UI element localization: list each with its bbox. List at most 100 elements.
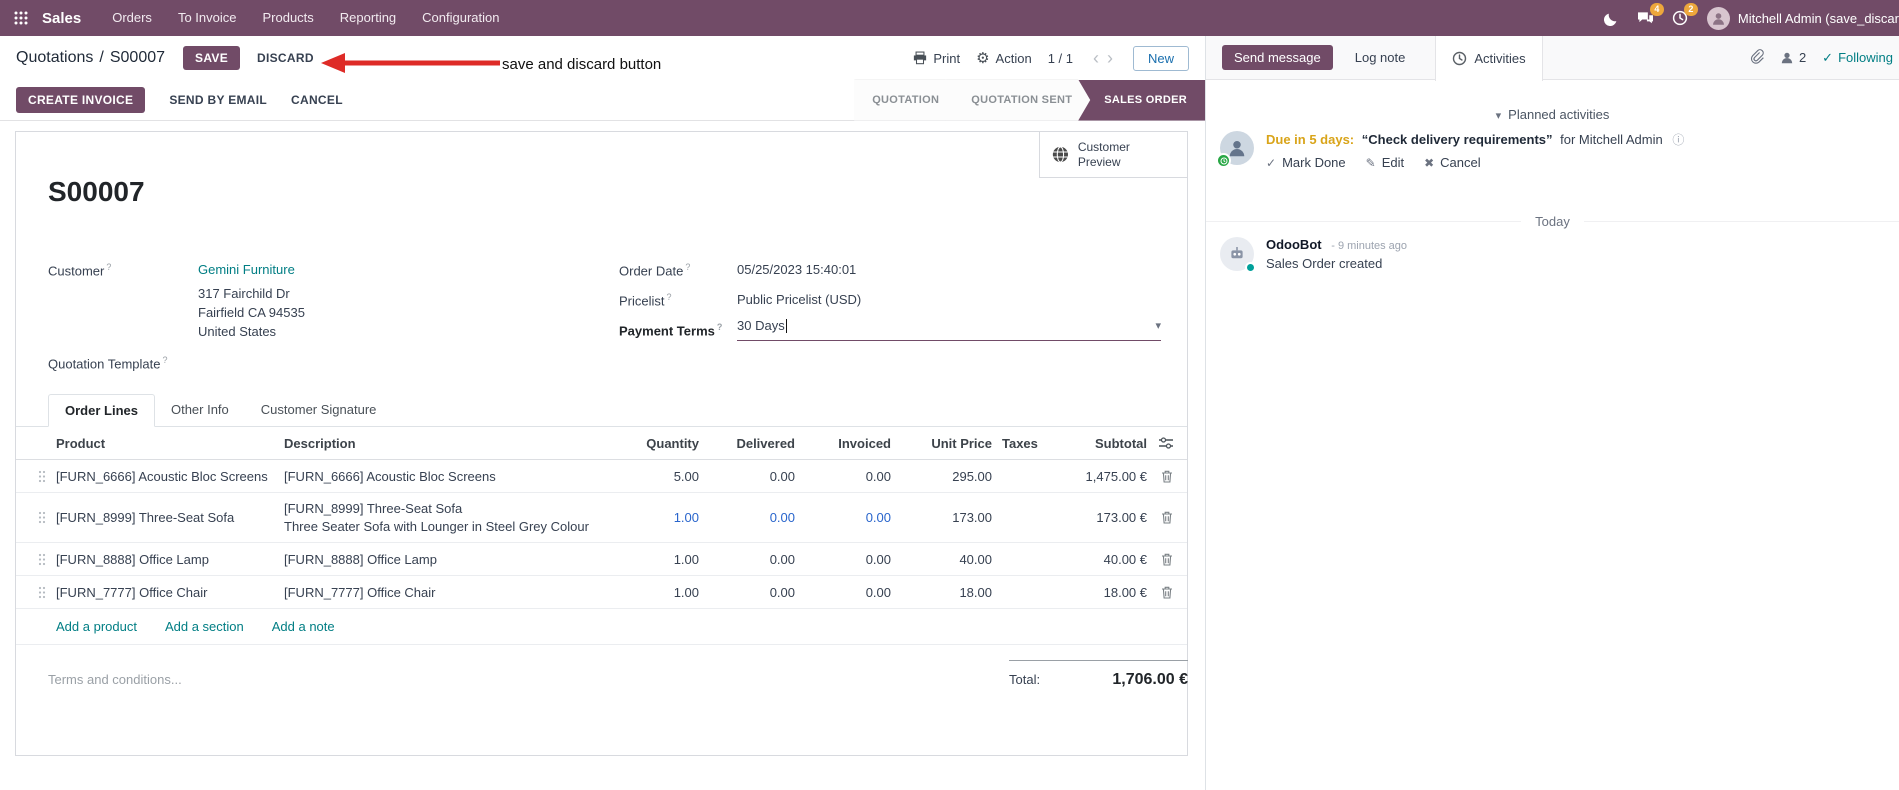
planned-activities-header[interactable]: ▾ Planned activities: [1206, 107, 1899, 122]
delete-row-button[interactable]: [1147, 586, 1173, 599]
optional-columns-button[interactable]: [1147, 437, 1173, 449]
new-button[interactable]: New: [1132, 45, 1189, 71]
delete-row-button[interactable]: [1147, 470, 1173, 483]
pager-previous-icon[interactable]: ‹: [1089, 48, 1103, 69]
info-icon[interactable]: ⓘ: [1672, 133, 1684, 147]
terms-and-conditions-input[interactable]: Terms and conditions...: [48, 672, 182, 687]
cell-delivered[interactable]: 0.00: [699, 469, 795, 484]
save-button[interactable]: SAVE: [183, 46, 241, 70]
tab-customer-signature[interactable]: Customer Signature: [245, 394, 393, 426]
cell-unit-price[interactable]: 173.00: [891, 510, 992, 525]
cell-description[interactable]: [FURN_7777] Office Chair: [284, 585, 609, 600]
tab-order-lines[interactable]: Order Lines: [48, 394, 155, 427]
cell-invoiced[interactable]: 0.00: [795, 510, 891, 525]
log-note-button[interactable]: Log note: [1355, 50, 1406, 65]
add-section-link[interactable]: Add a section: [165, 619, 244, 634]
create-invoice-button[interactable]: CREATE INVOICE: [16, 87, 146, 113]
mark-done-button[interactable]: ✓ Mark Done: [1266, 155, 1346, 170]
followers-button[interactable]: 2: [1780, 50, 1806, 65]
drag-handle[interactable]: [38, 511, 56, 524]
pager-next-icon[interactable]: ›: [1103, 48, 1117, 69]
customer-value[interactable]: Gemini Furniture: [198, 262, 295, 277]
drag-handle[interactable]: [38, 470, 56, 483]
add-note-link[interactable]: Add a note: [272, 619, 335, 634]
discard-button[interactable]: DISCARD: [257, 51, 314, 65]
cell-unit-price[interactable]: 295.00: [891, 469, 992, 484]
order-title: S00007: [48, 176, 145, 207]
planned-activities-label: Planned activities: [1508, 107, 1610, 122]
annotation-text: save and discard button: [502, 56, 662, 73]
drag-handle[interactable]: [38, 553, 56, 566]
cell-unit-price[interactable]: 40.00: [891, 552, 992, 567]
tab-other-info[interactable]: Other Info: [155, 394, 245, 426]
payment-terms-label: Payment Terms?: [619, 322, 723, 339]
breadcrumb-separator: /: [99, 49, 104, 66]
customer-address-line3: United States: [198, 324, 277, 339]
user-avatar: [1706, 6, 1730, 30]
cell-description[interactable]: [FURN_6666] Acoustic Bloc Screens: [284, 469, 609, 484]
edit-activity-button[interactable]: ✎ Edit: [1366, 155, 1404, 170]
activity-summary: “Check delivery requirements”: [1361, 132, 1553, 147]
breadcrumb-quotations[interactable]: Quotations: [16, 49, 93, 67]
chatter-thread: ▾ Planned activities Due in 5 days: “Chec…: [1206, 81, 1899, 790]
menu-orders[interactable]: Orders: [99, 0, 165, 36]
cell-quantity[interactable]: 5.00: [609, 469, 699, 484]
cell-delivered[interactable]: 0.00: [699, 585, 795, 600]
delete-row-button[interactable]: [1147, 553, 1173, 566]
add-product-link[interactable]: Add a product: [56, 619, 137, 634]
grid-icon: [14, 11, 28, 25]
cell-unit-price[interactable]: 18.00: [891, 585, 992, 600]
state-sales-order[interactable]: SALES ORDER: [1078, 79, 1205, 121]
cell-delivered[interactable]: 0.00: [699, 510, 795, 525]
order-date-value[interactable]: 05/25/2023 15:40:01: [737, 262, 856, 277]
payment-terms-input[interactable]: 30 Days ▾: [737, 318, 1161, 341]
attachments-button[interactable]: [1749, 48, 1764, 67]
menu-products[interactable]: Products: [249, 0, 326, 36]
action-button[interactable]: ⚙ Action: [976, 49, 1032, 67]
chevron-down-icon[interactable]: ▾: [1155, 319, 1161, 332]
apps-menu-icon[interactable]: [0, 0, 42, 36]
col-invoiced: Invoiced: [838, 435, 891, 451]
cell-invoiced[interactable]: 0.00: [795, 585, 891, 600]
check-icon: ✓: [1266, 155, 1277, 170]
user-menu[interactable]: Mitchell Admin (save_discar: [1706, 6, 1899, 30]
followers-count: 2: [1798, 50, 1807, 65]
cell-quantity[interactable]: 1.00: [609, 585, 699, 600]
customer-preview-button[interactable]: Customer Preview: [1039, 132, 1187, 178]
cell-description[interactable]: [FURN_8999] Three-Seat Sofa Three Seater…: [284, 501, 609, 534]
dark-mode-toggle[interactable]: [1595, 0, 1629, 36]
send-by-email-button[interactable]: SEND BY EMAIL: [169, 93, 267, 107]
cell-quantity[interactable]: 1.00: [609, 552, 699, 567]
cell-delivered[interactable]: 0.00: [699, 552, 795, 567]
state-quotation-sent[interactable]: QUOTATION SENT: [945, 80, 1090, 121]
menu-to-invoice[interactable]: To Invoice: [165, 0, 250, 36]
activities-tab[interactable]: Activities: [1435, 36, 1543, 81]
cell-product[interactable]: [FURN_8888] Office Lamp: [56, 552, 284, 567]
cancel-activity-button[interactable]: ✖ Cancel: [1424, 155, 1481, 170]
cell-invoiced[interactable]: 0.00: [795, 469, 891, 484]
delete-row-button[interactable]: [1147, 511, 1173, 524]
state-quotation[interactable]: QUOTATION: [854, 80, 957, 121]
cell-invoiced[interactable]: 0.00: [795, 552, 891, 567]
print-button[interactable]: Print: [913, 51, 960, 66]
activities-button[interactable]: 2: [1663, 0, 1698, 36]
table-row: [FURN_8999] Three-Seat Sofa [FURN_8999] …: [16, 493, 1187, 543]
cancel-button[interactable]: CANCEL: [291, 93, 343, 107]
messages-button[interactable]: 4: [1629, 0, 1664, 36]
pricelist-value[interactable]: Public Pricelist (USD): [737, 292, 861, 307]
trash-icon: [1162, 586, 1172, 599]
sliders-icon: [1159, 437, 1173, 449]
cell-product[interactable]: [FURN_6666] Acoustic Bloc Screens: [56, 469, 284, 484]
app-name[interactable]: Sales: [42, 10, 81, 27]
menu-reporting[interactable]: Reporting: [327, 0, 409, 36]
cell-description[interactable]: [FURN_8888] Office Lamp: [284, 552, 609, 567]
menu-configuration[interactable]: Configuration: [409, 0, 512, 36]
cell-quantity[interactable]: 1.00: [609, 510, 699, 525]
pencil-icon: ✎: [1365, 155, 1376, 170]
drag-handle[interactable]: [38, 586, 56, 599]
cell-product[interactable]: [FURN_7777] Office Chair: [56, 585, 284, 600]
following-button[interactable]: ✓ Following: [1822, 50, 1893, 66]
cell-product[interactable]: [FURN_8999] Three-Seat Sofa: [56, 510, 284, 525]
send-message-button[interactable]: Send message: [1222, 45, 1333, 70]
col-quantity: Quantity: [646, 435, 699, 451]
